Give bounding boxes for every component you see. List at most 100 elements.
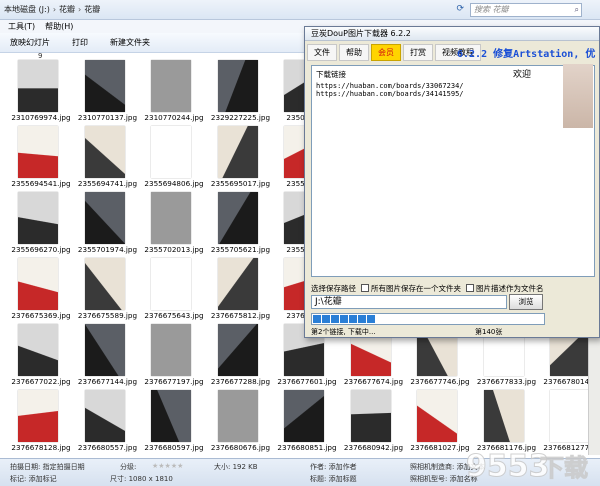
file-name: 2376680557.jpg xyxy=(77,443,138,452)
file-size: 大小: 192 KB xyxy=(214,463,258,471)
search-icon[interactable]: ⌕ xyxy=(575,4,579,16)
single-folder-checkbox[interactable] xyxy=(361,284,369,292)
thumbnail-image xyxy=(151,390,191,442)
title[interactable]: 标题: 添加标题 xyxy=(310,474,357,484)
save-path-input[interactable]: J:\花瓣 xyxy=(311,295,507,309)
dialog-status: 第2个链接, 下载中... 第140张 xyxy=(311,327,595,337)
watermark-logo: 9553 下载 xyxy=(466,449,589,485)
file-item[interactable]: 2376675589.jpg xyxy=(75,258,141,324)
file-item[interactable]: 2355702013.jpg xyxy=(141,192,207,258)
file-name: 2355702013.jpg xyxy=(144,245,204,254)
file-item[interactable]: 2355696270.jpg xyxy=(8,192,74,258)
file-item[interactable]: 2355695017.jpg xyxy=(208,126,274,192)
menu-help[interactable]: 帮助(H) xyxy=(45,21,73,32)
file-item[interactable]: 2355705621.jpg xyxy=(208,192,274,258)
thumbnail-image xyxy=(217,324,258,376)
file-item[interactable]: 2310770137.jpg xyxy=(75,60,141,126)
breadcrumb-folder[interactable]: 花瓣 xyxy=(59,4,75,15)
thumbnail-image xyxy=(18,126,58,178)
banner-image xyxy=(563,64,593,128)
menu-tools[interactable]: 工具(T) xyxy=(8,21,35,32)
thumbnail-image xyxy=(151,258,191,310)
file-item[interactable]: 2355701974.jpg xyxy=(75,192,141,258)
file-name: 2310770137.jpg xyxy=(77,113,138,122)
file-name: 2376675643.jpg xyxy=(144,311,204,320)
thumbnail-image xyxy=(18,192,58,244)
tags[interactable]: 标记: 添加标记 xyxy=(10,474,57,484)
file-name: 2376678128.jpg xyxy=(11,443,71,452)
progress-block xyxy=(358,315,366,323)
file-name: 2355696270.jpg xyxy=(11,245,71,254)
thumbnail-image xyxy=(151,126,191,178)
save-options: 选择保存路径 所有图片保存在一个文件夹 图片描述作为文件名 xyxy=(311,282,597,294)
thumbnail-image xyxy=(18,258,58,310)
file-item[interactable]: 2355694741.jpg xyxy=(75,126,141,192)
slideshow-button[interactable]: 放映幻灯片 xyxy=(10,37,50,48)
thumbnail-image xyxy=(84,324,125,376)
browse-button[interactable]: 浏览 xyxy=(509,294,543,310)
print-button[interactable]: 打印 xyxy=(72,37,88,48)
file-item[interactable]: 2376680942.jpg xyxy=(341,390,407,456)
file-item[interactable]: 2376680597.jpg xyxy=(141,390,207,456)
file-item[interactable]: 2355694806.jpg xyxy=(141,126,207,192)
dimensions: 尺寸: 1080 x 1810 xyxy=(110,475,173,483)
svg-text:9553: 9553 xyxy=(466,449,550,484)
item-count: 9 xyxy=(38,52,43,60)
file-item[interactable]: 2376680851.jpg xyxy=(274,390,340,456)
file-item[interactable]: 2310769974.jpg xyxy=(8,60,74,126)
search-placeholder: 搜索 花瓣 xyxy=(474,5,509,14)
file-item[interactable]: 2376680676.jpg xyxy=(208,390,274,456)
file-name: 2376677022.jpg xyxy=(11,377,71,386)
downloader-window: 豆炭DouP图片下载器 6.2.2 文件 帮助 会员 打赏 视频教程 6.2.2… xyxy=(304,26,600,338)
search-input[interactable]: 搜索 花瓣 ⌕ xyxy=(470,3,582,17)
menu-help[interactable]: 帮助 xyxy=(339,43,369,61)
progress-block xyxy=(313,315,321,323)
file-name: 2376680851.jpg xyxy=(277,443,337,452)
welcome-text: 欢迎 xyxy=(513,70,532,80)
file-item[interactable]: 2376675812.jpg xyxy=(208,258,274,324)
file-item[interactable]: 2376677144.jpg xyxy=(75,324,141,390)
refresh-icon[interactable]: ⟳ xyxy=(456,4,464,14)
file-name: 2376675589.jpg xyxy=(77,311,138,320)
progress-block xyxy=(331,315,339,323)
thumbnail-image xyxy=(217,390,258,442)
rating-stars-icon[interactable]: ★★★★★ xyxy=(152,462,183,470)
breadcrumb-drive[interactable]: 本地磁盘 (J:) xyxy=(4,4,50,15)
progress-block xyxy=(367,315,375,323)
thumbnail-image xyxy=(151,324,191,376)
file-name: 2310769974.jpg xyxy=(11,113,71,122)
file-item[interactable]: 2376675643.jpg xyxy=(141,258,207,324)
file-item[interactable]: 2376677197.jpg xyxy=(141,324,207,390)
thumbnail-image xyxy=(550,390,590,442)
new-folder-button[interactable]: 新建文件夹 xyxy=(110,37,150,48)
progress-block xyxy=(349,315,357,323)
thumbnail-image xyxy=(217,258,258,310)
file-item[interactable]: 2376678128.jpg xyxy=(8,390,74,456)
rating: 分级: xyxy=(120,463,137,471)
file-item[interactable]: 2376680557.jpg xyxy=(75,390,141,456)
file-name: 2376677833.jpg xyxy=(476,377,537,386)
thumbnail-image xyxy=(151,192,191,244)
thumbnail-image xyxy=(151,60,191,112)
thumbnail-image xyxy=(18,324,58,376)
thumbnail-image xyxy=(84,258,125,310)
menu-donate[interactable]: 打赏 xyxy=(403,43,433,61)
file-item[interactable]: 2355694541.jpg xyxy=(8,126,74,192)
thumbnail-image xyxy=(483,390,524,442)
file-item[interactable]: 2376677288.jpg xyxy=(208,324,274,390)
file-name: 2376677288.jpg xyxy=(210,377,271,386)
menu-file[interactable]: 文件 xyxy=(307,43,337,61)
url-textarea[interactable]: 下载链接 https://huaban.com/boards/33067234/… xyxy=(311,65,595,277)
file-name: 2310770244.jpg xyxy=(144,113,204,122)
file-name: 2376677601.jpg xyxy=(277,377,337,386)
file-name: 2355694541.jpg xyxy=(11,179,71,188)
author[interactable]: 作者: 添加作者 xyxy=(310,462,357,472)
file-item[interactable]: 2329227225.jpg xyxy=(208,60,274,126)
file-item[interactable]: 2376677022.jpg xyxy=(8,324,74,390)
window-title: 豆炭DouP图片下载器 6.2.2 xyxy=(305,27,599,41)
breadcrumb-subfolder[interactable]: 花瓣 xyxy=(84,4,100,15)
file-item[interactable]: 2310770244.jpg xyxy=(141,60,207,126)
desc-filename-checkbox[interactable] xyxy=(466,284,474,292)
menu-vip[interactable]: 会员 xyxy=(371,43,401,61)
file-item[interactable]: 2376675369.jpg xyxy=(8,258,74,324)
